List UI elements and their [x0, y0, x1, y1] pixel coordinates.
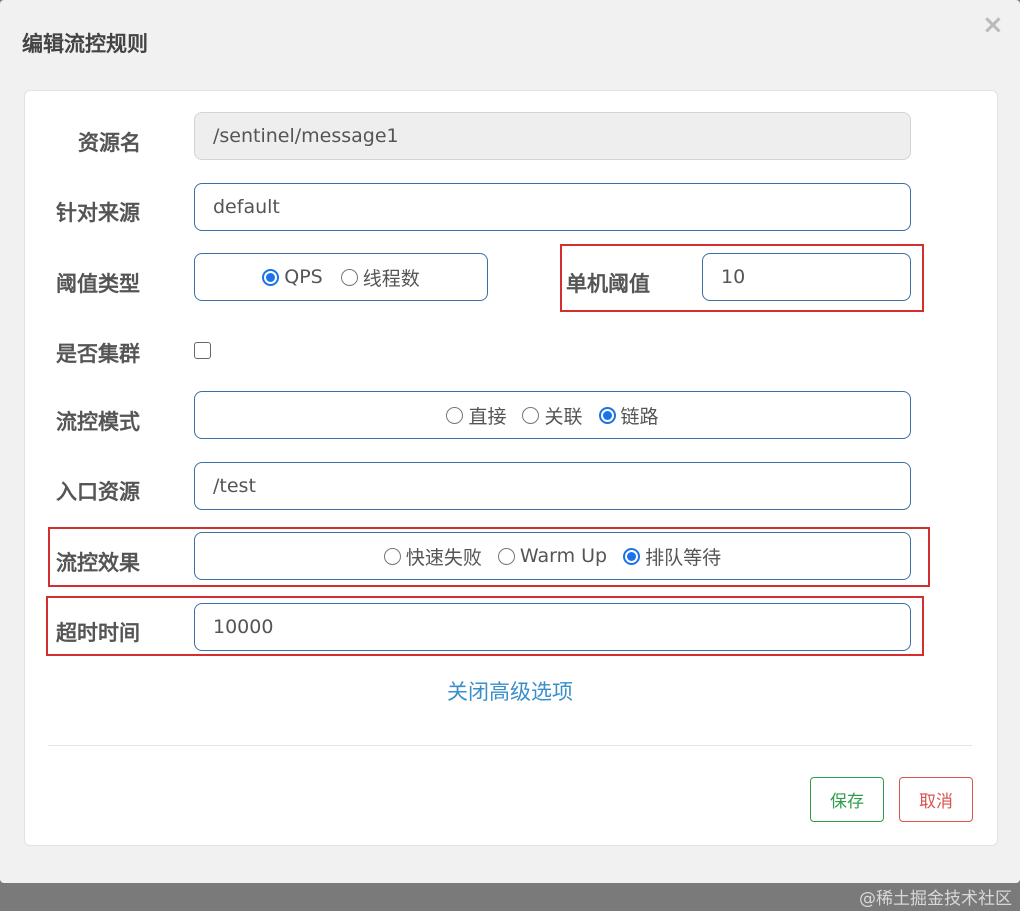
radio-unchecked-icon[interactable] [446, 406, 464, 424]
strategy-option-label: 直接 [468, 405, 507, 428]
radio-unchecked-icon[interactable] [522, 406, 540, 424]
ref-resource-value: /test [213, 475, 256, 497]
resource-name-value: /sentinel/message1 [213, 125, 399, 147]
strategy-option-label: 链路 [620, 405, 659, 428]
resource-name-field: /sentinel/message1 [194, 112, 911, 160]
grade-option-qps[interactable]: QPS [262, 266, 323, 288]
limit-app-input[interactable]: default [194, 183, 911, 231]
resource-name-label: 资源名 [78, 131, 141, 155]
watermark: @稀土掘金技术社区 [859, 889, 1012, 909]
grade-label: 阈值类型 [56, 272, 140, 296]
dialog-title: 编辑流控规则 [22, 32, 148, 56]
threshold-highlight-box [560, 244, 924, 312]
footer-divider [48, 745, 972, 746]
grade-radio-group: QPS 线程数 [194, 253, 488, 301]
grade-option-thread[interactable]: 线程数 [340, 264, 420, 291]
save-button[interactable]: 保存 [810, 777, 884, 822]
grade-option-label: 线程数 [362, 267, 420, 290]
ref-resource-label: 入口资源 [56, 480, 140, 504]
cancel-button[interactable]: 取消 [899, 777, 973, 822]
strategy-label: 流控模式 [56, 410, 140, 434]
limit-app-value: default [213, 196, 280, 218]
strategy-option-direct[interactable]: 直接 [446, 402, 506, 429]
toggle-advanced-options-link[interactable]: 关闭高级选项 [0, 676, 1020, 706]
strategy-option-relate[interactable]: 关联 [522, 402, 583, 429]
limit-app-label: 针对来源 [56, 201, 140, 225]
cluster-label: 是否集群 [56, 342, 140, 366]
strategy-option-chain[interactable]: 链路 [598, 402, 659, 429]
edit-flow-rule-dialog: 编辑流控规则 × 资源名 /sentinel/message1 针对来源 def… [0, 0, 1020, 883]
radio-checked-icon[interactable] [262, 268, 280, 286]
timeout-highlight-box [46, 596, 924, 656]
strategy-option-label: 关联 [544, 405, 583, 428]
ref-resource-input[interactable]: /test [194, 462, 911, 510]
control-behavior-highlight-box [48, 527, 930, 587]
grade-option-label: QPS [284, 266, 323, 288]
close-icon[interactable]: × [982, 10, 1004, 40]
radio-checked-icon[interactable] [598, 406, 616, 424]
radio-unchecked-icon[interactable] [340, 268, 358, 286]
cluster-checkbox[interactable] [194, 342, 211, 359]
strategy-radio-group: 直接 关联 链路 [194, 391, 911, 439]
